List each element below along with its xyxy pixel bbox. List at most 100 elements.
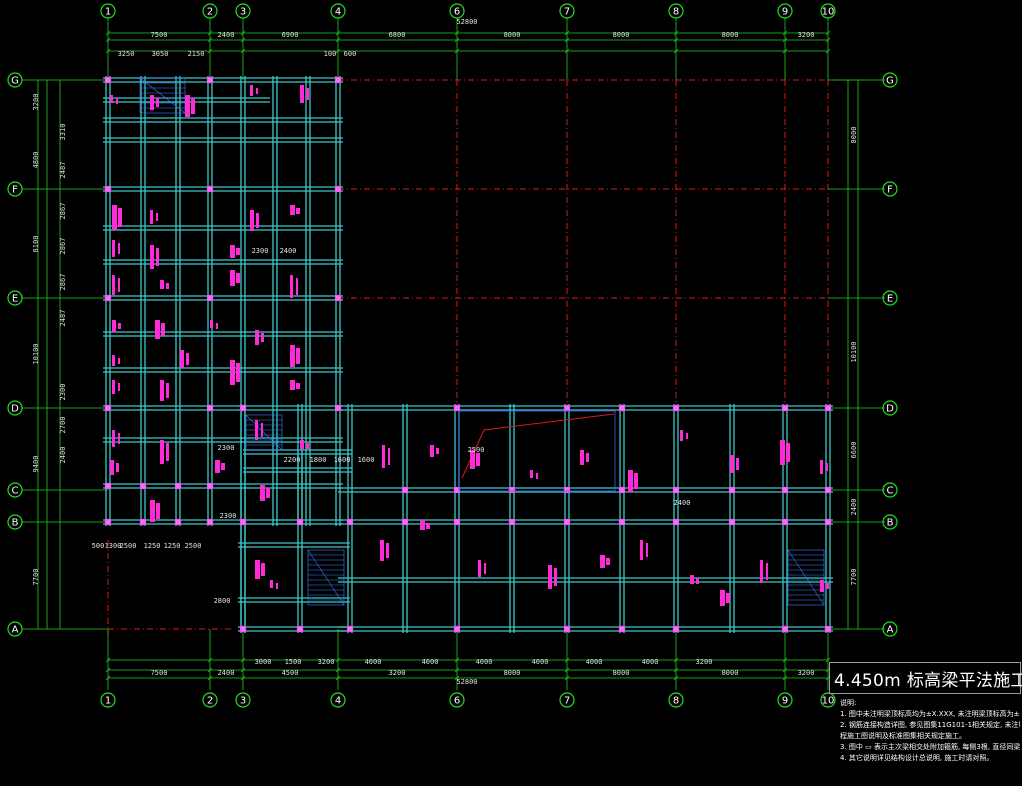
beam-annotation: [426, 523, 430, 529]
beam-annotation: [166, 283, 169, 289]
axis-label: A: [12, 625, 19, 636]
beam-annotation: [256, 88, 258, 94]
column: [401, 486, 409, 494]
axis-label: 3: [240, 7, 246, 18]
dimension-label: 2300: [59, 384, 67, 401]
axis-label: D: [11, 404, 19, 415]
axis-label: C: [12, 486, 19, 497]
beam-annotation: [112, 355, 115, 366]
beam-annotation: [634, 473, 638, 489]
beam-annotation: [118, 278, 120, 292]
axis-label: 8: [673, 7, 679, 18]
beam-annotation: [110, 95, 113, 103]
dimension-label: 6900: [282, 31, 299, 39]
axis-label: 7: [564, 7, 570, 18]
dimension-label: 2800: [214, 597, 231, 605]
beam-annotation: [191, 98, 195, 114]
beam-annotation: [530, 470, 533, 478]
dimension-label: 7700: [850, 569, 858, 586]
dimension-label: 3050: [152, 50, 169, 58]
beam-annotation: [210, 320, 213, 328]
drawing-title-block: 4.450m 标高梁平法施工图: [829, 662, 1022, 694]
dimension-label: 1250: [144, 542, 161, 550]
beam-annotation: [296, 348, 300, 364]
column: [104, 294, 112, 302]
beam-annotation: [118, 383, 120, 391]
dimension-label: 2400: [59, 447, 67, 464]
beam-annotation: [230, 245, 235, 258]
dimension-label: 8100: [32, 236, 40, 253]
dimension-label: 3200: [798, 669, 815, 677]
column: [401, 518, 409, 526]
dimension-label: 8000: [850, 127, 858, 144]
beam-annotation: [186, 353, 189, 365]
axis-label: B: [887, 518, 894, 529]
column: [104, 518, 112, 526]
dimension-label: 4000: [476, 658, 493, 666]
beam-annotation: [116, 98, 118, 104]
dimension-label: 1800: [310, 456, 327, 464]
beam-annotation: [696, 578, 699, 584]
axis-label: A: [887, 625, 894, 636]
beam-network: [103, 76, 833, 633]
beam-annotation: [380, 540, 384, 561]
column: [206, 76, 214, 84]
axis-label: 9: [782, 7, 788, 18]
axis-label: 3: [240, 696, 246, 707]
axis-label: G: [886, 76, 894, 87]
column: [334, 404, 342, 412]
dimension-label: 3250: [118, 50, 135, 58]
column: [334, 76, 342, 84]
column: [672, 486, 680, 494]
beam-annotation: [720, 590, 725, 606]
column: [239, 625, 247, 633]
column: [618, 625, 626, 633]
beam-annotation: [646, 543, 648, 557]
beam-annotation: [786, 443, 790, 462]
dimension-total: 52800: [456, 18, 477, 26]
dimension-label: 6800: [389, 31, 406, 39]
axis-label: 2: [207, 696, 213, 707]
dimension-label: 6600: [850, 442, 858, 459]
beam-annotation: [686, 433, 688, 439]
axis-label: E: [887, 294, 893, 305]
beam-annotation: [476, 453, 480, 466]
dimension-label: 7500: [151, 669, 168, 677]
column: [672, 518, 680, 526]
beam-annotation: [118, 433, 120, 444]
dimension-label: 2300: [218, 444, 235, 452]
beam-annotation: [118, 323, 121, 329]
beam-annotation: [628, 470, 633, 492]
beam-annotation: [548, 565, 552, 589]
column: [781, 625, 789, 633]
column: [781, 518, 789, 526]
notes-label: 说明:: [840, 699, 857, 707]
beam-annotation: [215, 460, 220, 473]
beam-annotation: [290, 205, 295, 215]
note-line: 2. 钢筋连接构造详图, 参见图集11G101-1相关规定, 未注明处按本工: [840, 721, 1020, 729]
beam-annotation: [156, 248, 159, 266]
beam-annotation: [826, 463, 828, 471]
axis-label: G: [11, 76, 19, 87]
beam-annotation: [160, 380, 164, 401]
dimension-label: 2867: [59, 203, 67, 220]
beam-annotation: [640, 540, 643, 560]
dimension-label: 2500: [185, 542, 202, 550]
column: [334, 294, 342, 302]
beam-annotation: [150, 210, 153, 224]
drawing-notes: 说明: 1. 图中未注明梁顶标高均为±X.XXX, 未注明梁顶标高为±X.XXX…: [840, 698, 1020, 764]
beam-annotation: [255, 560, 260, 579]
dimension-label: 8000: [722, 669, 739, 677]
dimension-label: 2487: [59, 162, 67, 179]
column: [824, 404, 832, 412]
beam-annotation: [156, 503, 160, 519]
dimension-label: 4000: [365, 658, 382, 666]
dimension-label: 2867: [59, 274, 67, 291]
axis-label: 7: [564, 696, 570, 707]
beam-annotation: [478, 560, 481, 577]
column: [104, 76, 112, 84]
axis-label: 1: [105, 696, 111, 707]
beam-annotation: [600, 555, 605, 568]
beam-annotation: [260, 485, 265, 501]
dimension-label: 4000: [422, 658, 439, 666]
